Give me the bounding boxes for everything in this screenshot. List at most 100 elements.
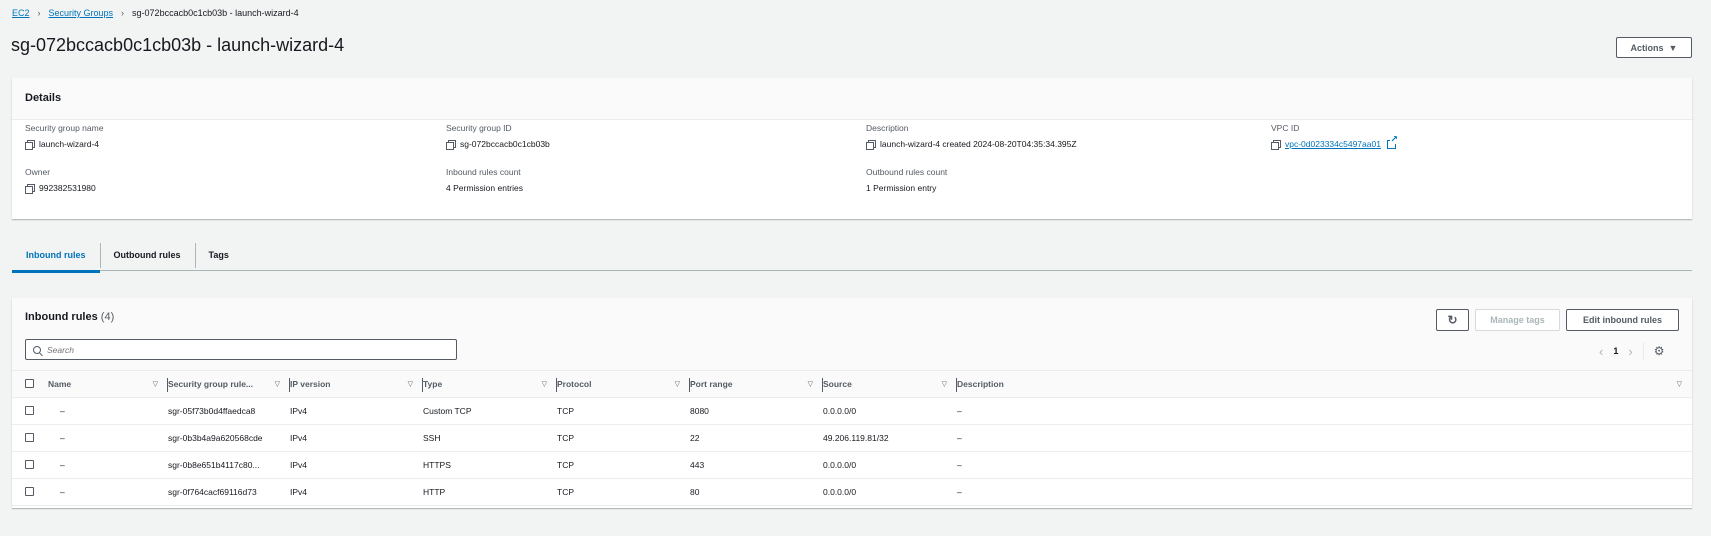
- settings-icon[interactable]: ⚙: [1654, 344, 1665, 358]
- search-icon: [33, 345, 41, 354]
- actions-label: Actions: [1630, 42, 1664, 53]
- owner-field: Owner 992382531980: [25, 167, 96, 194]
- caret-down-icon: ▽: [541, 381, 547, 388]
- description-value: launch-wizard-4 created 2024-08-20T04:35…: [880, 139, 1077, 149]
- cell-ip-version: IPv4: [290, 424, 423, 452]
- inbound-rules-title: Inbound rules (4): [25, 311, 115, 323]
- table-row[interactable]: – sgr-05f73b0d4ffaedca8 IPv4 Custom TCP …: [12, 397, 1692, 425]
- caret-down-icon: ▽: [407, 381, 413, 388]
- col-name[interactable]: Name ▽: [48, 370, 168, 398]
- cell-type: SSH: [423, 424, 557, 452]
- cell-description: –: [957, 424, 1692, 452]
- cell-protocol: TCP: [557, 424, 690, 452]
- refresh-button[interactable]: ↻: [1436, 309, 1469, 331]
- actions-button[interactable]: Actions ▼: [1616, 37, 1692, 58]
- cell-rule-id: sgr-0f764cacf69116d73: [168, 478, 290, 506]
- details-header: Details: [12, 78, 1692, 120]
- chevron-right-icon: ›: [37, 8, 41, 18]
- cell-port-range: 80: [690, 478, 823, 506]
- external-link-icon[interactable]: [1386, 134, 1398, 149]
- copy-icon[interactable]: [866, 140, 876, 150]
- cell-ip-version: IPv4: [290, 397, 423, 425]
- inbound-rules-count: (4): [100, 311, 115, 323]
- manage-tags-button[interactable]: Manage tags: [1475, 309, 1560, 331]
- inbound-rules-panel: Inbound rules (4) ↻ Manage tags Edit inb…: [12, 298, 1692, 508]
- select-all-header: [12, 370, 48, 398]
- description-label: Description: [866, 123, 909, 133]
- row-checkbox[interactable]: [25, 432, 34, 442]
- cell-name: –: [48, 424, 168, 452]
- chevron-left-icon[interactable]: ‹: [1599, 344, 1603, 359]
- copy-icon[interactable]: [446, 140, 456, 150]
- caret-down-icon: ▼: [1668, 42, 1678, 53]
- breadcrumb-current: sg-072bccacb0c1cb03b - launch-wizard-4: [132, 8, 299, 18]
- cell-description: –: [957, 397, 1692, 425]
- copy-icon[interactable]: [25, 184, 35, 194]
- edit-inbound-rules-button[interactable]: Edit inbound rules: [1566, 309, 1679, 331]
- tab-outbound-rules[interactable]: Outbound rules: [99, 238, 195, 271]
- cell-ip-version: IPv4: [290, 478, 423, 506]
- cell-port-range: 8080: [690, 397, 823, 425]
- cell-name: –: [48, 478, 168, 506]
- col-type[interactable]: Type ▽: [423, 370, 557, 398]
- caret-down-icon: ▽: [152, 381, 158, 388]
- row-checkbox[interactable]: [25, 459, 34, 469]
- col-protocol[interactable]: Protocol ▽: [557, 370, 690, 398]
- cell-name: –: [48, 397, 168, 425]
- sg-name-value: launch-wizard-4: [39, 139, 99, 149]
- vpc-id-link[interactable]: vpc-0d023334c5497aa01: [1285, 139, 1381, 149]
- tab-inbound-rules[interactable]: Inbound rules: [12, 238, 100, 273]
- pagination: ‹ 1 › ⚙: [1599, 342, 1664, 360]
- table-row[interactable]: – sgr-0f764cacf69116d73 IPv4 HTTP TCP 80…: [12, 478, 1692, 506]
- vpc-id-label: VPC ID: [1271, 123, 1300, 133]
- caret-down-icon: ▽: [941, 381, 947, 388]
- copy-icon[interactable]: [25, 140, 35, 150]
- cell-source: 49.206.119.81/32: [823, 424, 957, 452]
- col-description[interactable]: Description ▽: [957, 370, 1692, 398]
- cell-port-range: 22: [690, 424, 823, 452]
- table-row[interactable]: – sgr-0b8e651b4117c80... IPv4 HTTPS TCP …: [12, 451, 1692, 479]
- cell-protocol: TCP: [557, 397, 690, 425]
- cell-description: –: [957, 478, 1692, 506]
- inbound-count-label: Inbound rules count: [446, 167, 521, 177]
- select-all-checkbox[interactable]: [25, 378, 34, 388]
- tab-tags[interactable]: Tags: [194, 238, 243, 271]
- details-panel: Details Security group name launch-wizar…: [12, 78, 1692, 219]
- table-row[interactable]: – sgr-0b3b4a9a620568cde IPv4 SSH TCP 22 …: [12, 424, 1692, 452]
- row-checkbox[interactable]: [25, 486, 34, 496]
- caret-down-icon: ▽: [1676, 381, 1682, 388]
- col-ip-version[interactable]: IP version ▽: [290, 370, 423, 398]
- col-rule-id[interactable]: Security group rule... ▽: [168, 370, 290, 398]
- cell-source: 0.0.0.0/0: [823, 478, 957, 506]
- page-title: sg-072bccacb0c1cb03b - launch-wizard-4: [11, 35, 345, 55]
- cell-name: –: [48, 451, 168, 479]
- row-checkbox[interactable]: [25, 405, 34, 415]
- owner-label: Owner: [25, 167, 51, 177]
- outbound-count-label: Outbound rules count: [866, 167, 948, 177]
- inbound-count-value: 4 Permission entries: [446, 183, 524, 193]
- sg-id-label: Security group ID: [446, 123, 512, 133]
- col-port-range[interactable]: Port range ▽: [690, 370, 823, 398]
- copy-icon[interactable]: [1271, 140, 1281, 150]
- chevron-right-icon: ›: [121, 8, 125, 18]
- col-source[interactable]: Source ▽: [823, 370, 957, 398]
- cell-protocol: TCP: [557, 478, 690, 506]
- cell-rule-id: sgr-0b8e651b4117c80...: [168, 451, 290, 479]
- sg-id-value: sg-072bccacb0c1cb03b: [460, 139, 550, 149]
- caret-down-icon: ▽: [807, 381, 813, 388]
- breadcrumb-ec2-link[interactable]: EC2: [12, 8, 30, 18]
- caret-down-icon: ▽: [274, 381, 280, 388]
- table-header-row: Name ▽ Security group rule... ▽ IP version…: [12, 370, 1692, 398]
- chevron-right-icon[interactable]: ›: [1628, 344, 1632, 359]
- sg-name-label: Security group name: [25, 123, 104, 133]
- owner-value: 992382531980: [39, 183, 96, 193]
- cell-source: 0.0.0.0/0: [823, 397, 957, 425]
- search-input[interactable]: [47, 344, 427, 355]
- tab-bar: Inbound rules Outbound rules Tags: [12, 238, 1692, 273]
- details-title: Details: [25, 92, 62, 104]
- outbound-count-value: 1 Permission entry: [866, 183, 937, 193]
- page-number[interactable]: 1: [1613, 346, 1618, 356]
- breadcrumb-security-groups-link[interactable]: Security Groups: [49, 8, 114, 18]
- pager-divider: [1642, 342, 1644, 360]
- search-field[interactable]: [25, 339, 457, 360]
